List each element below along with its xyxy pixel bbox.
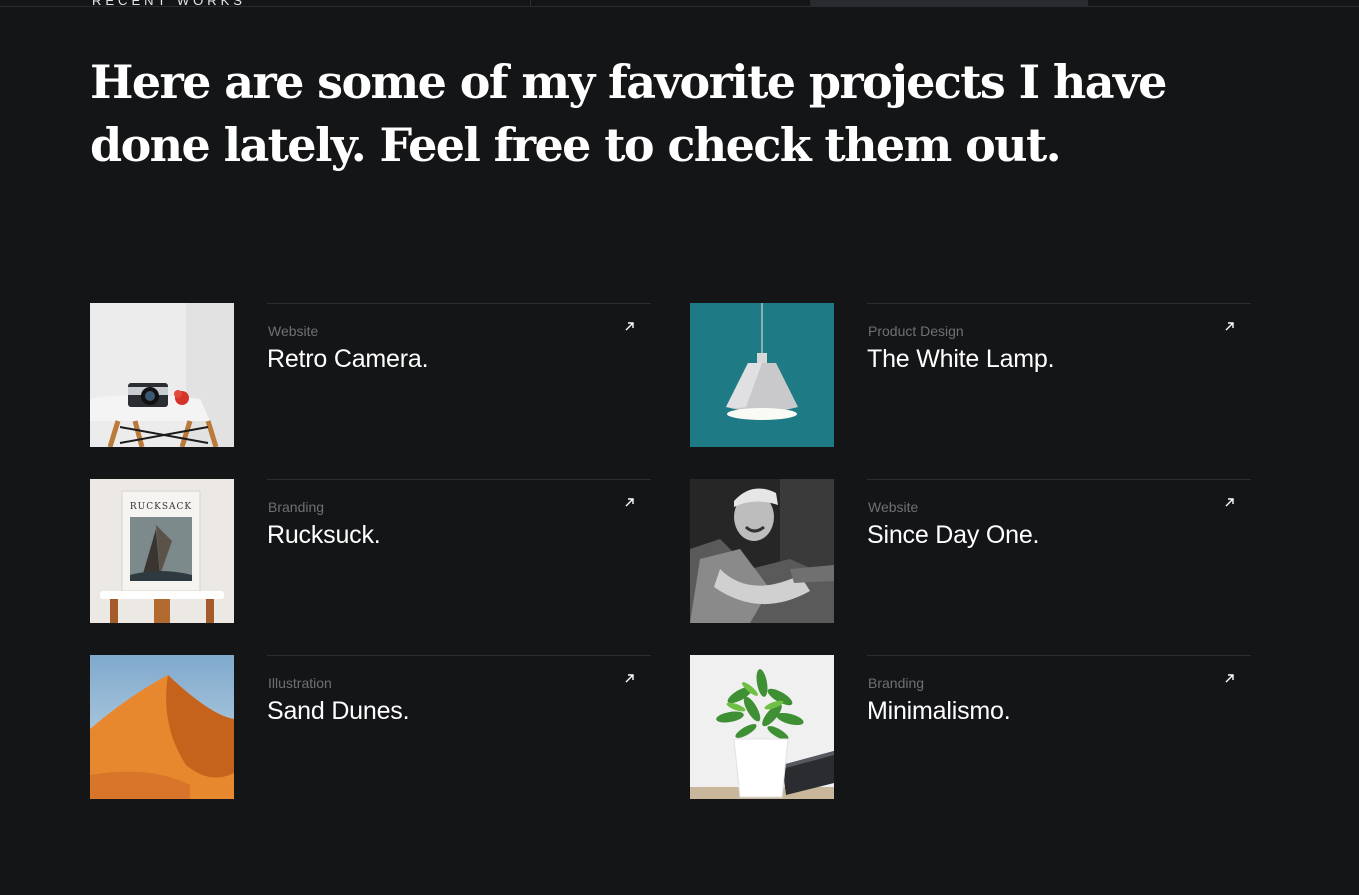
project-category: Branding	[268, 499, 325, 515]
project-title[interactable]: Minimalismo.	[867, 697, 1011, 726]
project-category: Branding	[868, 675, 925, 691]
project-title[interactable]: The White Lamp.	[867, 345, 1055, 374]
rucksack-book-image: RUCKSACK	[90, 479, 234, 623]
project-title[interactable]: Retro Camera.	[267, 345, 429, 374]
project-info: Branding Minimalismo.	[867, 655, 1251, 800]
project-info: Illustration Sand Dunes.	[267, 655, 651, 800]
man-portrait-image	[690, 479, 834, 623]
project-thumbnail[interactable]	[90, 655, 234, 799]
project-card-sand-dunes[interactable]: Illustration Sand Dunes.	[90, 655, 651, 800]
svg-text:RUCKSACK: RUCKSACK	[130, 502, 192, 512]
arrow-up-right-icon[interactable]	[623, 319, 637, 333]
project-thumbnail[interactable]	[690, 655, 834, 799]
arrow-up-right-icon[interactable]	[623, 495, 637, 509]
nav-tab[interactable]	[530, 0, 811, 6]
arrow-up-right-icon[interactable]	[1223, 495, 1237, 509]
section-headline: Here are some of my favorite projects I …	[90, 55, 1167, 172]
project-title[interactable]: Rucksuck.	[267, 521, 381, 550]
section-eyebrow: RECENT WORKS	[92, 0, 246, 8]
project-thumbnail[interactable]	[690, 303, 834, 447]
project-info: Product Design The White Lamp.	[867, 303, 1251, 448]
project-info: Website Retro Camera.	[267, 303, 651, 448]
project-thumbnail[interactable]	[690, 479, 834, 623]
arrow-up-right-icon[interactable]	[1223, 671, 1237, 685]
project-card-rucksuck[interactable]: RUCKSACK Branding Rucksuck.	[90, 479, 651, 624]
project-card-since-day-one[interactable]: Website Since Day One.	[690, 479, 1251, 624]
retro-camera-image	[90, 303, 234, 447]
project-title[interactable]: Sand Dunes.	[267, 697, 410, 726]
project-category: Website	[868, 499, 919, 515]
potted-plant-image	[690, 655, 834, 799]
project-category: Product Design	[868, 323, 964, 339]
project-info: Website Since Day One.	[867, 479, 1251, 624]
nav-tab-active[interactable]	[810, 0, 1088, 6]
project-category: Illustration	[268, 675, 332, 691]
project-card-minimalismo[interactable]: Branding Minimalismo.	[690, 655, 1251, 800]
sand-dune-image	[90, 655, 234, 799]
arrow-up-right-icon[interactable]	[623, 671, 637, 685]
arrow-up-right-icon[interactable]	[1223, 319, 1237, 333]
project-thumbnail[interactable]: RUCKSACK	[90, 479, 234, 623]
project-thumbnail[interactable]	[90, 303, 234, 447]
project-title[interactable]: Since Day One.	[867, 521, 1039, 550]
project-info: Branding Rucksuck.	[267, 479, 651, 624]
project-category: Website	[268, 323, 319, 339]
white-lamp-image	[690, 303, 834, 447]
project-card-retro-camera[interactable]: Website Retro Camera.	[90, 303, 651, 448]
project-card-white-lamp[interactable]: Product Design The White Lamp.	[690, 303, 1251, 448]
